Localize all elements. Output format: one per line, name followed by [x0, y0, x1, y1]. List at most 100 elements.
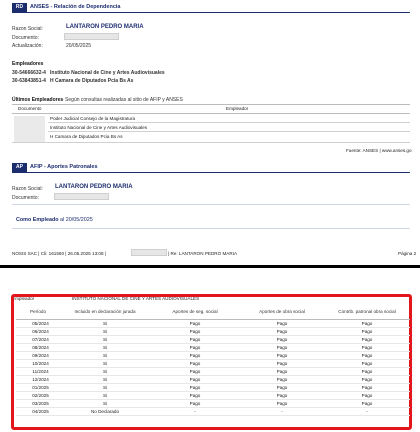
ultimos-row-divider [48, 131, 410, 132]
cell-declaracion: Si [60, 335, 150, 344]
table-row: 04/2025 No Declarado - - - [16, 407, 410, 416]
table-row: 12/2024 Si Pago Pago Pago [16, 375, 410, 384]
cell-contrib-patronal: Pago [324, 319, 410, 328]
ultimos-header-bottom [12, 113, 410, 114]
rd-actualizacion-label: Actualización: [12, 43, 43, 49]
cell-obra-social: - [240, 407, 324, 416]
cell-declaracion: Si [60, 375, 150, 384]
cell-seg-social: Pago [150, 327, 240, 336]
cell-periodo: 10/2024 [16, 359, 60, 368]
table-row: 02/2025 Si Pago Pago Pago [16, 391, 410, 400]
cell-declaracion: Si [60, 343, 150, 352]
cell-contrib-patronal: Pago [324, 343, 410, 352]
cell-seg-social: Pago [150, 335, 240, 344]
rd-razon-social-label: Razon Social: [12, 26, 43, 32]
col-periodo: Período [16, 304, 60, 320]
cell-declaracion: Si [60, 383, 150, 392]
como-empleado-date: al 20/05/2025 [58, 217, 93, 223]
cell-contrib-patronal: Pago [324, 359, 410, 368]
cell-seg-social: Pago [150, 359, 240, 368]
cell-periodo: 07/2024 [16, 335, 60, 344]
footer-redacted [131, 249, 167, 256]
rd-actualizacion-value: 20/05/2025 [66, 43, 92, 49]
empleador-nombre-1: Instituto Nacional de Cine y Artes Audio… [50, 70, 165, 76]
cell-seg-social: Pago [150, 383, 240, 392]
cell-declaracion: Si [60, 391, 150, 400]
col-obra-social: Aportes de obra social [240, 304, 324, 320]
cell-declaracion: Si [60, 399, 150, 408]
ap-section-header: AP AFIP - Aportes Patronales [12, 163, 410, 173]
ultimos-documento-redacted [14, 116, 45, 142]
cell-declaracion: Si [60, 367, 150, 376]
cell-obra-social: Pago [240, 343, 324, 352]
ultimos-col-empleador: Empleador [226, 106, 249, 111]
cell-periodo: 04/2025 [16, 407, 60, 416]
footer-ref: | Re: LANTARON PEDRO MARIA [168, 251, 238, 256]
table-row: 10/2024 Si Pago Pago Pago [16, 359, 410, 368]
cell-periodo: 03/2025 [16, 399, 60, 408]
rd-documento-redacted [64, 33, 119, 40]
table-row: 05/2024 Si Pago Pago Pago [16, 319, 410, 328]
cell-periodo: 06/2024 [16, 327, 60, 336]
cell-seg-social: Pago [150, 375, 240, 384]
ultimos-row-2: Instituto Nacional de Cine y Artes Audio… [50, 125, 148, 130]
aportes-header-row: Período Incluido en declaración jurada A… [16, 304, 410, 320]
table-row: 01/2025 Si Pago Pago Pago [16, 383, 410, 392]
table-row: 11/2024 Si Pago Pago Pago [16, 367, 410, 376]
cell-seg-social: - [150, 407, 240, 416]
ap-badge: AP [12, 163, 27, 172]
cell-seg-social: Pago [150, 399, 240, 408]
rd-section-title: ANSES - Relación de Dependencia [30, 4, 121, 10]
aportes-table: Período Incluido en declaración jurada A… [16, 304, 410, 416]
rd-razon-social-value: LANTARON PEDRO MARIA [66, 24, 144, 30]
cell-periodo: 12/2024 [16, 375, 60, 384]
cell-obra-social: Pago [240, 367, 324, 376]
cell-obra-social: Pago [240, 375, 324, 384]
ultimos-row-1: Poder Judicial Consejo de la Magistratur… [50, 116, 136, 121]
cell-periodo: 09/2024 [16, 351, 60, 360]
cell-contrib-patronal: Pago [324, 335, 410, 344]
cell-contrib-patronal: Pago [324, 399, 410, 408]
cell-obra-social: Pago [240, 351, 324, 360]
ultimos-row-3: H Camara de Diputados Pcia Bs As [50, 134, 123, 139]
ap-section-title: AFIP - Aportes Patronales [30, 164, 98, 170]
ultimos-row-divider [12, 142, 410, 143]
ultimos-fuente: Fuente: ANSES | www.anses.go [346, 148, 412, 153]
cell-obra-social: Pago [240, 359, 324, 368]
ap-divider [12, 204, 410, 205]
cell-contrib-patronal: Pago [324, 375, 410, 384]
ap-documento-label: Documento: [12, 195, 39, 201]
cell-contrib-patronal: Pago [324, 391, 410, 400]
ap-documento-redacted [54, 193, 109, 200]
cell-declaracion: Si [60, 327, 150, 336]
como-empleado-line: Como Empleado al 20/05/2025 [16, 217, 93, 223]
empleadores-heading: Empleadores [12, 61, 44, 67]
cell-seg-social: Pago [150, 351, 240, 360]
cell-contrib-patronal: Pago [324, 351, 410, 360]
cell-seg-social: Pago [150, 343, 240, 352]
cell-obra-social: Pago [240, 327, 324, 336]
aportes-table-body: 05/2024 Si Pago Pago Pago 06/2024 Si Pago Pago Pa… [16, 319, 410, 416]
como-empleado-divider [12, 228, 410, 229]
table-row: 08/2024 Si Pago Pago Pago [16, 343, 410, 352]
page-break-band [0, 265, 420, 268]
table-row: 09/2024 Si Pago Pago Pago [16, 351, 410, 360]
empleador-nombre-2: H Camara de Diputados Pcia Bs As [50, 78, 134, 84]
cell-periodo: 05/2024 [16, 319, 60, 328]
ap-razon-social-value: LANTARON PEDRO MARIA [55, 184, 133, 190]
table-row: 07/2024 Si Pago Pago Pago [16, 335, 410, 344]
cell-periodo: 01/2025 [16, 383, 60, 392]
cell-obra-social: Pago [240, 383, 324, 392]
col-declaracion: Incluido en declaración jurada [60, 304, 150, 320]
footer-left: NOSIS SAC | Cli: 161560 | 26.05.2025 13:… [12, 251, 106, 256]
cell-seg-social: Pago [150, 391, 240, 400]
empleador-cuit-2: 30-63843851-4 [12, 78, 46, 84]
col-contrib-patronal: Contrib. patronal obra social [324, 304, 410, 320]
empleador-cuit-1: 30-54666632-4 [12, 70, 46, 76]
cell-obra-social: Pago [240, 319, 324, 328]
ultimos-note: - Según consultas realizadas al sitio de… [62, 97, 183, 103]
cell-contrib-patronal: - [324, 407, 410, 416]
rd-section-header: RD ANSES - Relación de Dependencia [12, 3, 410, 13]
cell-contrib-patronal: Pago [324, 327, 410, 336]
cell-declaracion: No Declarado [60, 407, 150, 416]
